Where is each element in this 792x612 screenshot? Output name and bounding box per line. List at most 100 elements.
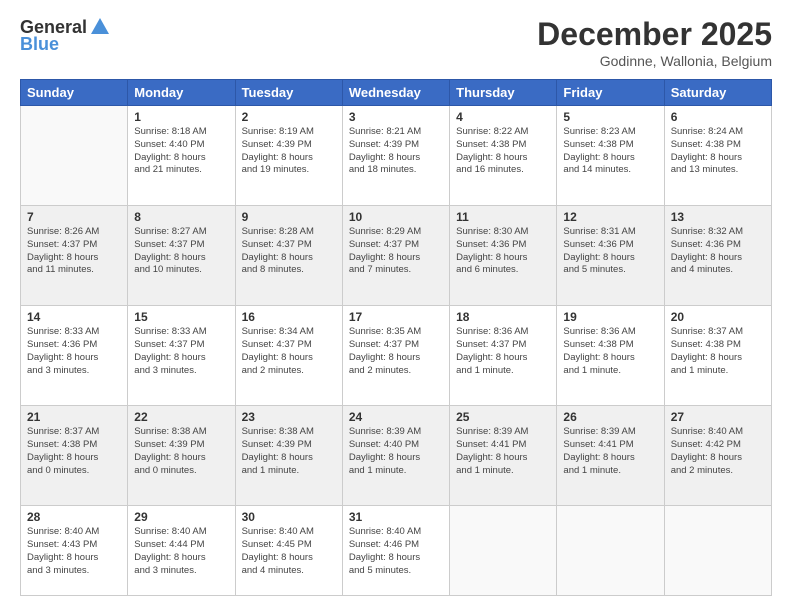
location: Godinne, Wallonia, Belgium: [537, 53, 772, 69]
table-row: 25 Sunrise: 8:39 AM Sunset: 4:41 PM Dayli…: [450, 406, 557, 506]
day-number: 2: [242, 110, 336, 124]
day-number: 30: [242, 510, 336, 524]
day-info: Sunrise: 8:40 AM Sunset: 4:45 PM Dayligh…: [242, 526, 336, 577]
calendar-table: Sunday Monday Tuesday Wednesday Thursday…: [20, 79, 772, 596]
table-row: 18 Sunrise: 8:36 AM Sunset: 4:37 PM Dayli…: [450, 306, 557, 406]
day-number: 3: [349, 110, 443, 124]
day-number: 28: [27, 510, 121, 524]
table-row: 22Sunrise: 8:38 AM Sunset: 4:39 PM Dayli…: [128, 406, 235, 506]
day-info: Sunrise: 8:22 AM Sunset: 4:38 PM Dayligh…: [456, 126, 550, 177]
day-info: Sunrise: 8:26 AM Sunset: 4:37 PM Dayligh…: [27, 226, 121, 277]
table-row: 4 Sunrise: 8:22 AM Sunset: 4:38 PM Daylig…: [450, 106, 557, 206]
day-number: 7: [27, 210, 121, 224]
table-row: 11 Sunrise: 8:30 AM Sunset: 4:36 PM Dayli…: [450, 206, 557, 306]
day-info: Sunrise: 8:37 AM Sunset: 4:38 PM Dayligh…: [27, 426, 121, 477]
day-number: 17: [349, 310, 443, 324]
logo: General Blue: [20, 16, 111, 55]
header-wednesday: Wednesday: [342, 80, 449, 106]
header-tuesday: Tuesday: [235, 80, 342, 106]
header-sunday: Sunday: [21, 80, 128, 106]
header-friday: Friday: [557, 80, 664, 106]
logo-icon: [89, 16, 111, 38]
table-row: 10 Sunrise: 8:29 AM Sunset: 4:37 PM Dayli…: [342, 206, 449, 306]
table-row: 26 Sunrise: 8:39 AM Sunset: 4:41 PM Dayli…: [557, 406, 664, 506]
calendar-week-row: 14 Sunrise: 8:33 AM Sunset: 4:36 PM Dayli…: [21, 306, 772, 406]
day-info: Sunrise: 8:40 AM Sunset: 4:43 PM Dayligh…: [27, 526, 121, 577]
day-info: Sunrise: 8:31 AM Sunset: 4:36 PM Dayligh…: [563, 226, 657, 277]
table-row: 31 Sunrise: 8:40 AM Sunset: 4:46 PM Dayli…: [342, 506, 449, 596]
table-row: 15Sunrise: 8:33 AM Sunset: 4:37 PM Dayli…: [128, 306, 235, 406]
day-info: Sunrise: 8:39 AM Sunset: 4:41 PM Dayligh…: [456, 426, 550, 477]
table-row: [21, 106, 128, 206]
day-number: 15: [134, 310, 228, 324]
header: General Blue December 2025 Godinne, Wall…: [20, 16, 772, 69]
table-row: [664, 506, 771, 596]
day-info: Sunrise: 8:21 AM Sunset: 4:39 PM Dayligh…: [349, 126, 443, 177]
table-row: 2 Sunrise: 8:19 AM Sunset: 4:39 PM Daylig…: [235, 106, 342, 206]
day-info: Sunrise: 8:40 AM Sunset: 4:46 PM Dayligh…: [349, 526, 443, 577]
table-row: 3 Sunrise: 8:21 AM Sunset: 4:39 PM Daylig…: [342, 106, 449, 206]
day-number: 13: [671, 210, 765, 224]
day-info: Sunrise: 8:38 AM Sunset: 4:39 PM Dayligh…: [134, 426, 228, 477]
day-number: 21: [27, 410, 121, 424]
day-info: Sunrise: 8:23 AM Sunset: 4:38 PM Dayligh…: [563, 126, 657, 177]
day-info: Sunrise: 8:38 AM Sunset: 4:39 PM Dayligh…: [242, 426, 336, 477]
calendar-week-row: 1Sunrise: 8:18 AM Sunset: 4:40 PM Daylig…: [21, 106, 772, 206]
day-number: 19: [563, 310, 657, 324]
table-row: [450, 506, 557, 596]
page: General Blue December 2025 Godinne, Wall…: [0, 0, 792, 612]
day-number: 31: [349, 510, 443, 524]
header-monday: Monday: [128, 80, 235, 106]
day-info: Sunrise: 8:29 AM Sunset: 4:37 PM Dayligh…: [349, 226, 443, 277]
day-info: Sunrise: 8:33 AM Sunset: 4:36 PM Dayligh…: [27, 326, 121, 377]
table-row: 27 Sunrise: 8:40 AM Sunset: 4:42 PM Dayli…: [664, 406, 771, 506]
table-row: 16 Sunrise: 8:34 AM Sunset: 4:37 PM Dayli…: [235, 306, 342, 406]
table-row: 6 Sunrise: 8:24 AM Sunset: 4:38 PM Daylig…: [664, 106, 771, 206]
day-number: 6: [671, 110, 765, 124]
day-number: 9: [242, 210, 336, 224]
month-title: December 2025: [537, 16, 772, 53]
day-number: 27: [671, 410, 765, 424]
day-number: 23: [242, 410, 336, 424]
day-number: 10: [349, 210, 443, 224]
table-row: 24 Sunrise: 8:39 AM Sunset: 4:40 PM Dayli…: [342, 406, 449, 506]
day-info: Sunrise: 8:24 AM Sunset: 4:38 PM Dayligh…: [671, 126, 765, 177]
table-row: 9 Sunrise: 8:28 AM Sunset: 4:37 PM Daylig…: [235, 206, 342, 306]
table-row: 5 Sunrise: 8:23 AM Sunset: 4:38 PM Daylig…: [557, 106, 664, 206]
day-info: Sunrise: 8:34 AM Sunset: 4:37 PM Dayligh…: [242, 326, 336, 377]
day-number: 29: [134, 510, 228, 524]
day-number: 14: [27, 310, 121, 324]
day-info: Sunrise: 8:36 AM Sunset: 4:37 PM Dayligh…: [456, 326, 550, 377]
table-row: 12Sunrise: 8:31 AM Sunset: 4:36 PM Dayli…: [557, 206, 664, 306]
day-info: Sunrise: 8:39 AM Sunset: 4:41 PM Dayligh…: [563, 426, 657, 477]
day-number: 20: [671, 310, 765, 324]
day-number: 24: [349, 410, 443, 424]
day-info: Sunrise: 8:18 AM Sunset: 4:40 PM Dayligh…: [134, 126, 228, 177]
day-info: Sunrise: 8:40 AM Sunset: 4:44 PM Dayligh…: [134, 526, 228, 577]
table-row: 21 Sunrise: 8:37 AM Sunset: 4:38 PM Dayli…: [21, 406, 128, 506]
day-info: Sunrise: 8:28 AM Sunset: 4:37 PM Dayligh…: [242, 226, 336, 277]
table-row: 30 Sunrise: 8:40 AM Sunset: 4:45 PM Dayli…: [235, 506, 342, 596]
day-info: Sunrise: 8:30 AM Sunset: 4:36 PM Dayligh…: [456, 226, 550, 277]
table-row: 19Sunrise: 8:36 AM Sunset: 4:38 PM Dayli…: [557, 306, 664, 406]
table-row: 28 Sunrise: 8:40 AM Sunset: 4:43 PM Dayli…: [21, 506, 128, 596]
day-number: 8: [134, 210, 228, 224]
table-row: 7 Sunrise: 8:26 AM Sunset: 4:37 PM Daylig…: [21, 206, 128, 306]
header-saturday: Saturday: [664, 80, 771, 106]
day-info: Sunrise: 8:27 AM Sunset: 4:37 PM Dayligh…: [134, 226, 228, 277]
day-number: 11: [456, 210, 550, 224]
table-row: [557, 506, 664, 596]
day-info: Sunrise: 8:19 AM Sunset: 4:39 PM Dayligh…: [242, 126, 336, 177]
day-number: 18: [456, 310, 550, 324]
table-row: 8 Sunrise: 8:27 AM Sunset: 4:37 PM Daylig…: [128, 206, 235, 306]
day-number: 16: [242, 310, 336, 324]
table-row: 29 Sunrise: 8:40 AM Sunset: 4:44 PM Dayli…: [128, 506, 235, 596]
title-area: December 2025 Godinne, Wallonia, Belgium: [537, 16, 772, 69]
day-number: 5: [563, 110, 657, 124]
day-info: Sunrise: 8:39 AM Sunset: 4:40 PM Dayligh…: [349, 426, 443, 477]
day-number: 25: [456, 410, 550, 424]
day-number: 26: [563, 410, 657, 424]
day-number: 4: [456, 110, 550, 124]
day-info: Sunrise: 8:40 AM Sunset: 4:42 PM Dayligh…: [671, 426, 765, 477]
table-row: 23 Sunrise: 8:38 AM Sunset: 4:39 PM Dayli…: [235, 406, 342, 506]
